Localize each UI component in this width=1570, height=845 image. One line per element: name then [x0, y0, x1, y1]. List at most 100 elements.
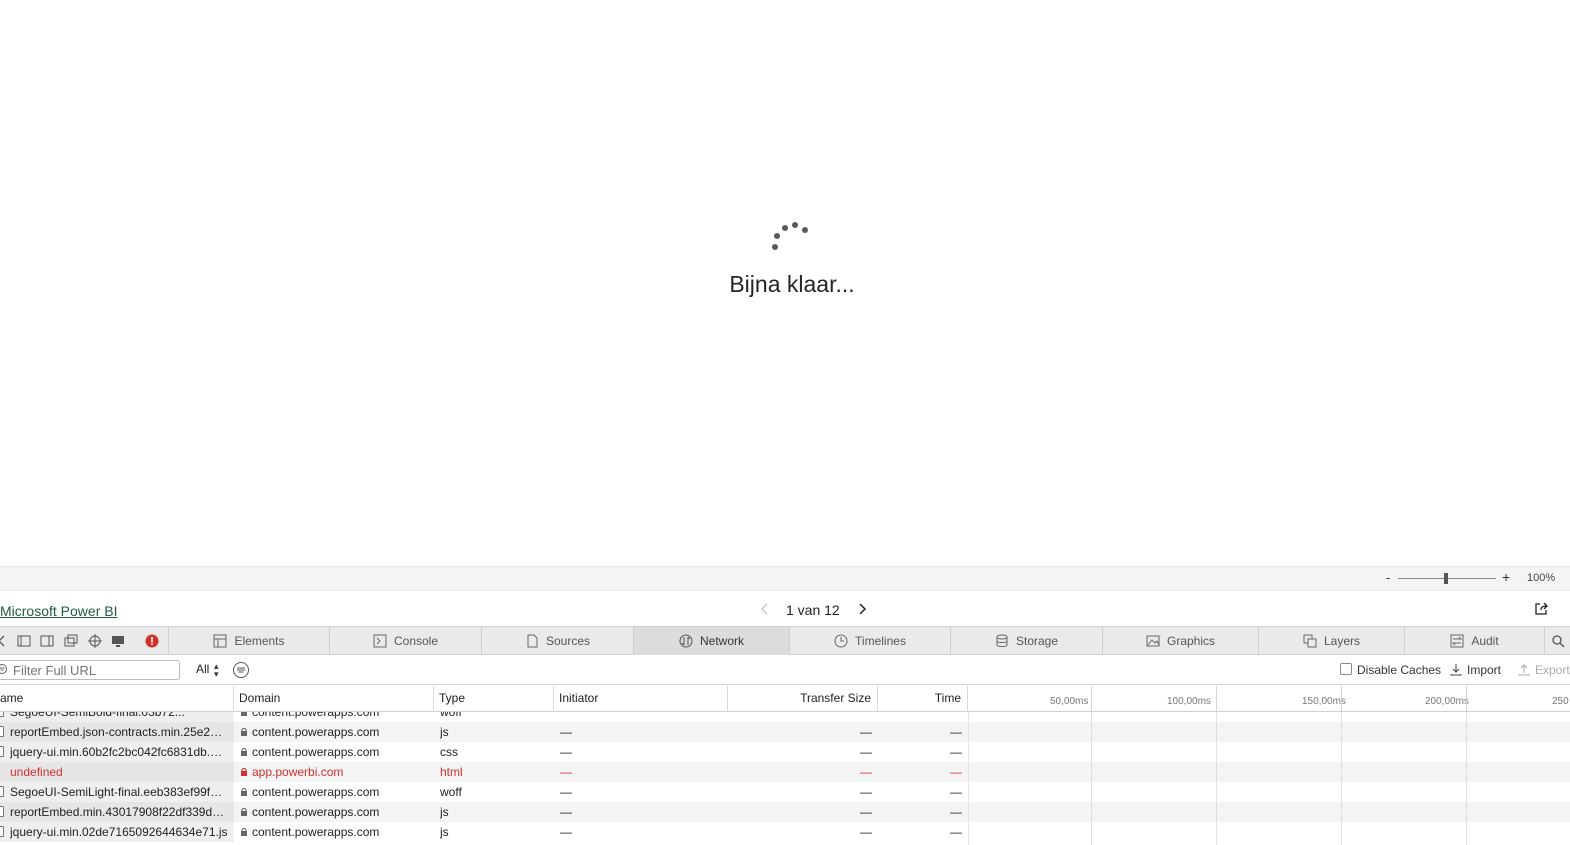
select-arrows-icon: ▴ ▾: [214, 661, 219, 679]
tab-timelines[interactable]: Timelines: [789, 627, 950, 655]
cell-domain: content.powerapps.com: [240, 712, 434, 722]
loading-spinner-icon: [768, 220, 814, 254]
waterfall-divider: [1216, 686, 1217, 712]
filter-url-input[interactable]: [0, 660, 180, 680]
waterfall-gridline: [1466, 712, 1467, 845]
table-row[interactable]: undefined app.powerbi.com html — — —: [0, 762, 1570, 782]
tab-storage[interactable]: Storage: [950, 627, 1102, 655]
tab-layers[interactable]: Layers: [1258, 627, 1404, 655]
share-icon[interactable]: [1533, 601, 1549, 617]
cell-initiator: —: [560, 745, 572, 759]
file-icon: [0, 786, 4, 797]
lock-icon: [241, 768, 247, 776]
cell-name: jquery-ui.min.02de7165092644634e71.js: [0, 822, 234, 842]
cell-domain: content.powerapps.com: [240, 822, 434, 842]
next-page-icon[interactable]: [855, 601, 869, 617]
cell-name: jquery-ui.min.60b2fc2bc042fc6831db.css: [0, 742, 234, 762]
column-header-domain[interactable]: Domain: [234, 686, 434, 712]
cell-type: html: [440, 765, 463, 779]
cell-name: reportEmbed.json-contracts.min.25e2174..…: [0, 722, 234, 742]
tab-sources[interactable]: Sources: [481, 627, 633, 655]
dock-bottom-icon[interactable]: [17, 634, 31, 648]
tab-label: Network: [699, 634, 744, 648]
loading-message: Bijna klaar...: [729, 271, 855, 297]
tab-label: Elements: [234, 634, 285, 648]
type-filter-select[interactable]: All: [196, 662, 209, 676]
sources-icon: [527, 634, 538, 648]
zoom-out-button[interactable]: -: [1386, 570, 1390, 585]
cell-time: [878, 712, 962, 722]
search-button[interactable]: [1544, 627, 1570, 655]
close-devtools-icon[interactable]: [0, 634, 8, 648]
audit-icon: [1450, 634, 1464, 648]
lock-icon: [241, 728, 247, 736]
zoom-bar: - + 100%: [0, 566, 1570, 590]
device-icon[interactable]: [111, 634, 125, 648]
report-footer: Microsoft Power BI 1 van 12: [0, 590, 1570, 626]
tab-label: Audit: [1471, 634, 1499, 648]
table-row[interactable]: SegoeUI-SemiBold-final.03b72... content.…: [0, 712, 1570, 722]
lock-icon: [241, 748, 247, 756]
lock-icon: [241, 828, 247, 836]
zoom-level[interactable]: 100%: [1527, 572, 1555, 584]
tab-audit[interactable]: Audit: [1404, 627, 1544, 655]
report-canvas: Bijna klaar...: [0, 0, 1570, 566]
page: Bijna klaar... - + 100% Microsoft Power …: [0, 0, 1570, 845]
cell-domain: content.powerapps.com: [240, 722, 434, 742]
column-header-transfer-size[interactable]: Transfer Size: [728, 686, 878, 712]
cell-time: —: [950, 805, 962, 819]
cell-type: js: [440, 725, 449, 739]
cell-name: undefined: [0, 762, 234, 782]
dock-side-icon[interactable]: [40, 634, 54, 648]
cell-transfer-size: —: [860, 765, 872, 779]
import-button[interactable]: Import: [1467, 663, 1501, 677]
table-row[interactable]: SegoeUI-SemiLight-final.eeb383ef99f353..…: [0, 782, 1570, 802]
cell-transfer-size: —: [860, 805, 872, 819]
previous-page-icon[interactable]: [758, 601, 772, 617]
undock-icon[interactable]: [64, 634, 78, 648]
tab-elements[interactable]: Elements: [168, 627, 329, 655]
cell-initiator: —: [560, 825, 572, 839]
zoom-in-button[interactable]: +: [1502, 569, 1510, 585]
cell-domain: app.powerbi.com: [240, 762, 434, 782]
graphics-icon: [1146, 635, 1160, 647]
table-row[interactable]: jquery-ui.min.02de7165092644634e71.js co…: [0, 822, 1570, 842]
error-icon[interactable]: [145, 634, 159, 648]
column-header-type[interactable]: Type: [434, 686, 554, 712]
file-icon: [0, 826, 4, 837]
zoom-slider-thumb[interactable]: [1444, 573, 1448, 584]
table-row[interactable]: jquery-ui.min.60b2fc2bc042fc6831db.css c…: [0, 742, 1570, 762]
table-row[interactable]: reportEmbed.min.43017908f22df339d44... c…: [0, 802, 1570, 822]
filter-options-icon[interactable]: [232, 661, 250, 679]
cell-domain: content.powerapps.com: [240, 742, 434, 762]
file-icon: [0, 746, 4, 757]
waterfall-gridline: [1216, 712, 1217, 845]
waterfall-header: 50,00ms 100,00ms 150,00ms 200,00ms 250: [968, 686, 1570, 712]
cell-transfer-size: —: [860, 725, 872, 739]
cell-time: —: [950, 825, 962, 839]
inspect-element-icon[interactable]: [88, 634, 102, 648]
column-header-name[interactable]: ame: [0, 686, 234, 712]
tab-label: Storage: [1015, 634, 1059, 648]
cell-time: —: [950, 725, 962, 739]
tab-console[interactable]: Console: [329, 627, 481, 655]
cell-type: css: [440, 745, 458, 759]
import-icon[interactable]: [1450, 663, 1462, 676]
column-header-initiator[interactable]: Initiator: [554, 686, 728, 712]
file-icon: [0, 712, 4, 717]
cell-type: woff: [440, 712, 462, 719]
power-bi-link[interactable]: Microsoft Power BI: [0, 603, 117, 619]
search-icon: [1551, 635, 1564, 648]
waterfall-tick: 200,00ms: [1425, 696, 1469, 707]
cell-name: SegoeUI-SemiBold-final.03b72...: [0, 712, 234, 722]
lock-icon: [241, 712, 247, 716]
tab-graphics[interactable]: Graphics: [1102, 627, 1258, 655]
disable-caches-label[interactable]: Disable Caches: [1357, 663, 1441, 677]
export-button[interactable]: Export: [1535, 663, 1570, 677]
table-row[interactable]: reportEmbed.json-contracts.min.25e2174..…: [0, 722, 1570, 742]
export-icon[interactable]: [1518, 663, 1530, 676]
tab-network[interactable]: Network: [633, 627, 789, 655]
disable-caches-checkbox[interactable]: [1340, 663, 1352, 675]
waterfall-tick: 250: [1552, 696, 1569, 707]
column-header-time[interactable]: Time: [878, 686, 968, 712]
